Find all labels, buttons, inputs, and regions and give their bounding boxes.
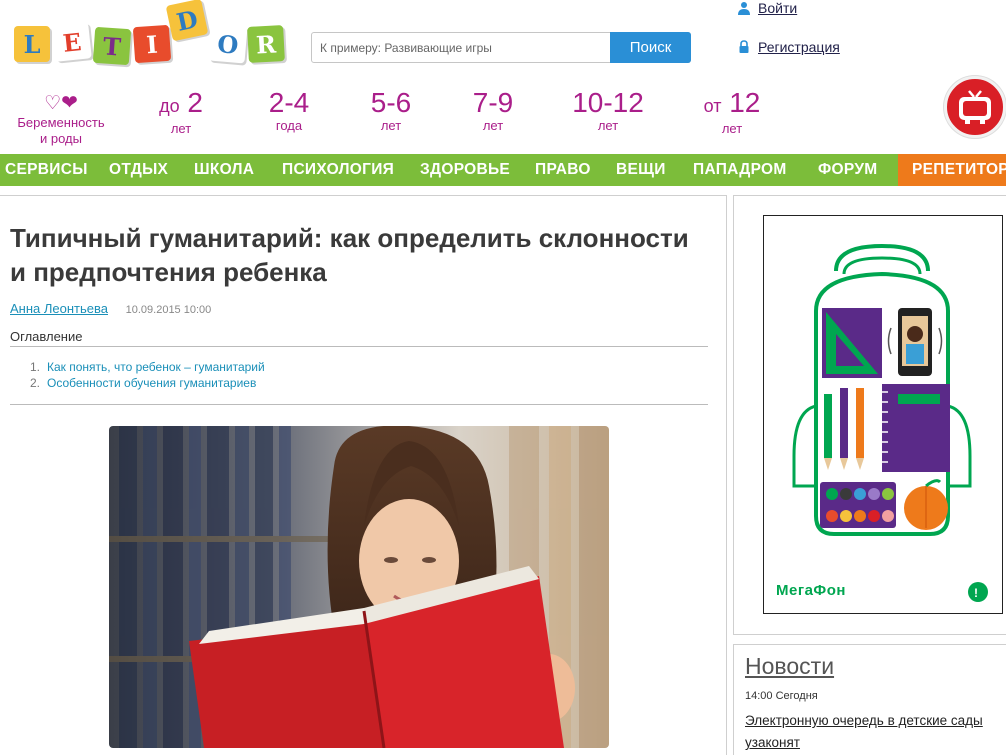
- news-time: 14:00 Сегодня: [745, 690, 818, 702]
- lock-icon: [739, 40, 749, 53]
- age-nav: до 2 лет 2-4 года 5-6 лет 7-9 лет 10-12 …: [0, 88, 940, 148]
- age-unit: лет: [482, 118, 504, 133]
- search-button[interactable]: Поиск: [610, 32, 691, 63]
- menu-item-health[interactable]: ЗДОРОВЬЕ: [420, 154, 510, 186]
- login-link[interactable]: Войти: [758, 0, 797, 16]
- login-link-row[interactable]: Войти: [738, 0, 797, 16]
- logo-block-i: I: [132, 24, 172, 64]
- menu-item-school[interactable]: ШКОЛА: [194, 154, 254, 186]
- menu-item-psychology[interactable]: ПСИХОЛОГИЯ: [282, 154, 394, 186]
- menu-item-law[interactable]: ПРАВО: [535, 154, 591, 186]
- age-nav-item-2-4[interactable]: 2-4 года: [256, 88, 322, 134]
- age-number: 2: [187, 87, 203, 118]
- article-title: Типичный гуманитарий: как определить скл…: [10, 223, 689, 287]
- tv-button[interactable]: [944, 76, 1006, 138]
- logo-block-l: L: [14, 26, 50, 62]
- register-link-row[interactable]: Регистрация: [738, 39, 840, 55]
- toc-number: 1.: [30, 360, 41, 374]
- age-unit: лет: [721, 121, 743, 136]
- user-icon: [738, 2, 750, 15]
- toc-heading: Оглавление: [10, 329, 708, 347]
- age-number: 10-12: [572, 87, 644, 118]
- search-box: Поиск: [311, 32, 691, 63]
- age-unit: лет: [380, 118, 402, 133]
- news-item-link[interactable]: Электронную очередь в детские сады узако…: [745, 710, 1006, 754]
- age-unit: лет: [597, 118, 619, 133]
- megafon-ad-banner[interactable]: ! МегаФон: [763, 215, 1003, 614]
- toc-number: 2.: [30, 376, 41, 390]
- age-prefix: до: [159, 96, 180, 116]
- news-heading[interactable]: Новости: [745, 653, 834, 680]
- author-link[interactable]: Анна Леонтьева: [10, 301, 108, 316]
- article-meta: Анна Леонтьева 10.09.2015 10:00: [10, 301, 211, 316]
- menu-item-leisure[interactable]: ОТДЫХ: [109, 154, 168, 186]
- age-unit: лет: [170, 121, 192, 136]
- register-link[interactable]: Регистрация: [758, 39, 840, 55]
- logo-block-o: O: [208, 24, 248, 64]
- age-nav-item-5-6[interactable]: 5-6 лет: [358, 88, 424, 134]
- megafon-brand: МегаФон: [776, 582, 846, 599]
- tv-icon: [959, 90, 991, 124]
- toc-link[interactable]: Как понять, что ребенок – гуманитарий: [47, 359, 265, 375]
- article-date: 10.09.2015 10:00: [125, 304, 212, 316]
- table-of-contents: 1. Как понять, что ребенок – гуманитарий…: [30, 359, 265, 391]
- toc-item[interactable]: 1. Как понять, что ребенок – гуманитарий: [30, 359, 265, 375]
- age-number: 7-9: [472, 87, 514, 118]
- age-number: 5-6: [370, 87, 412, 118]
- article-image: [109, 426, 609, 748]
- toc-item[interactable]: 2. Особенности обучения гуманитариев: [30, 375, 265, 391]
- toc-link[interactable]: Особенности обучения гуманитариев: [47, 375, 256, 391]
- girl-reading-photo: [109, 426, 609, 748]
- age-nav-item-10-12[interactable]: 10-12 лет: [563, 88, 653, 134]
- age-number: 2-4: [268, 87, 310, 118]
- menu-item-forum[interactable]: ФОРУМ: [818, 154, 877, 186]
- svg-text:!: !: [974, 586, 978, 600]
- age-unit: года: [275, 118, 303, 133]
- menu-item-services[interactable]: СЕРВИСЫ: [5, 154, 88, 186]
- logo-block-t: T: [92, 26, 132, 66]
- logo-block-r: R: [247, 25, 285, 63]
- backpack-illustration: !: [792, 243, 988, 602]
- age-nav-item-12-plus[interactable]: от 12 лет: [692, 88, 772, 137]
- main-menu: СЕРВИСЫ ОТДЫХ ШКОЛА ПСИХОЛОГИЯ ЗДОРОВЬЕ …: [0, 154, 1006, 186]
- age-number: 12: [729, 87, 761, 118]
- toc-divider: [10, 404, 708, 405]
- age-prefix: от: [703, 96, 722, 116]
- site-logo[interactable]: L E T I D O R: [12, 0, 290, 66]
- logo-block-e: E: [52, 22, 92, 62]
- age-nav-item-0-2[interactable]: до 2 лет: [148, 88, 214, 137]
- age-nav-item-7-9[interactable]: 7-9 лет: [460, 88, 526, 134]
- menu-item-tutors[interactable]: РЕПЕТИТОРЫ: [898, 154, 1006, 186]
- menu-item-papadrom[interactable]: ПАПАДРОМ: [693, 154, 787, 186]
- search-input[interactable]: [312, 33, 611, 62]
- menu-item-things[interactable]: ВЕЩИ: [616, 154, 666, 186]
- logo-block-d: D: [165, 0, 209, 42]
